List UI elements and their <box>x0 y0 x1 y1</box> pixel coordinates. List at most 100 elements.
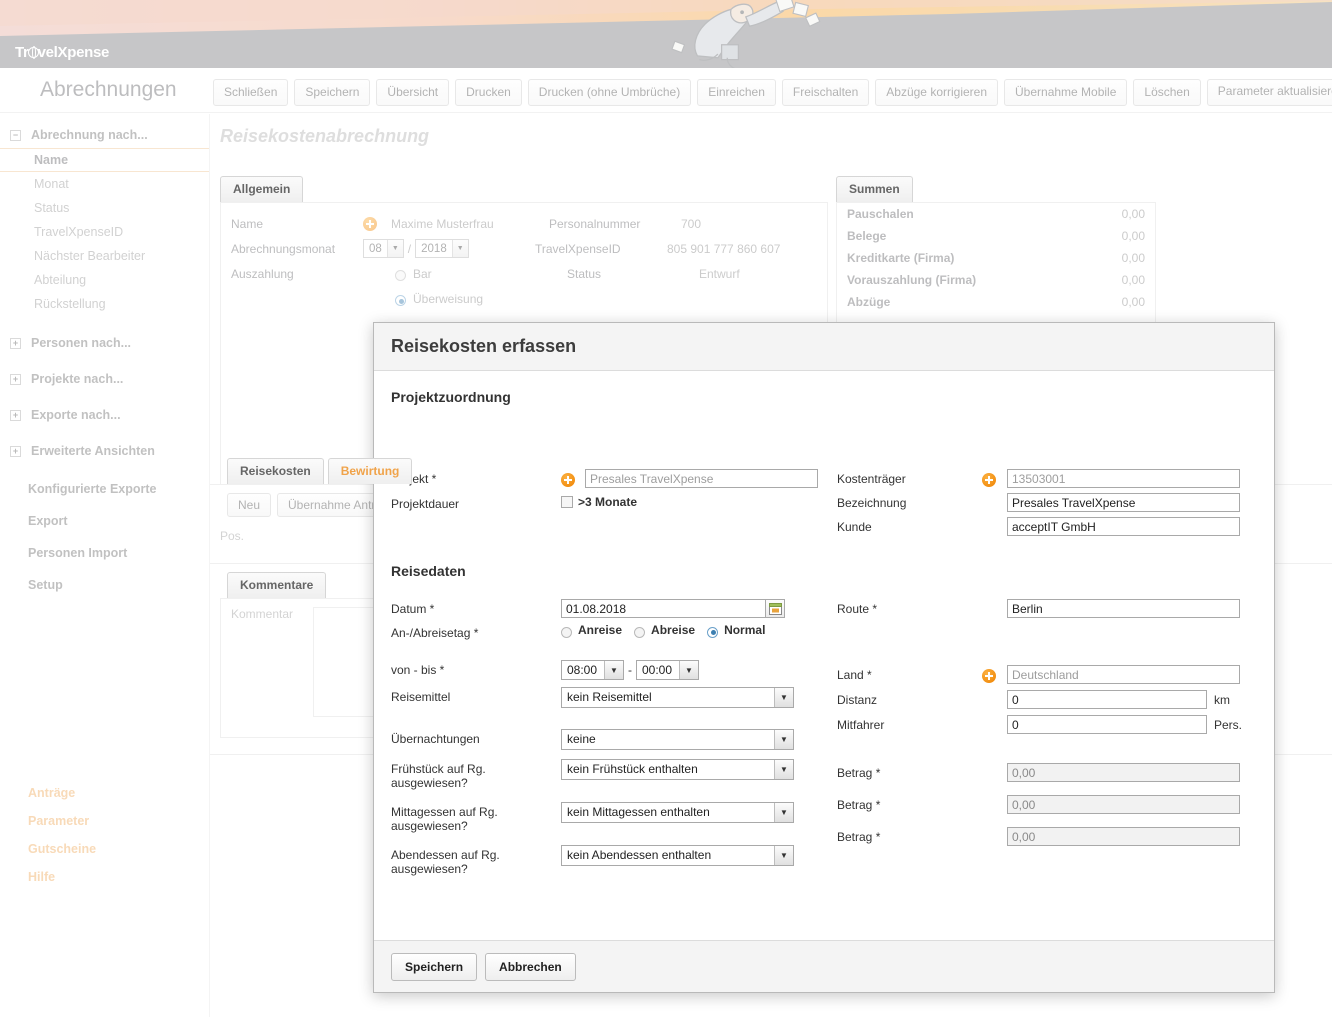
mitfahrer-input[interactable] <box>1007 715 1207 734</box>
projekt-input[interactable] <box>585 469 818 488</box>
detail-tabstrip: Reisekosten Bewirtung <box>227 458 413 484</box>
bezeichnung-input[interactable] <box>1007 493 1240 512</box>
field-row-projektdauer: Projektdauer >3 Monate <box>391 494 831 511</box>
fruehstueck-value: kein Frühstück enthalten <box>567 762 698 776</box>
field-row-route: Route * <box>837 599 1267 618</box>
betrag-abendessen-input[interactable] <box>1007 827 1240 846</box>
von-time-value: 08:00 <box>567 663 598 677</box>
radio-label: Abreise <box>651 623 696 637</box>
tab-summen[interactable]: Summen <box>836 176 913 202</box>
kostentraeger-input[interactable] <box>1007 469 1240 488</box>
dialog-body: Projektzuordnung Projekt * Projektdauer … <box>374 371 1274 940</box>
plus-circle-icon[interactable] <box>561 473 575 487</box>
uebernachtungen-select[interactable]: keine ▼ <box>561 729 794 750</box>
tab-label: Allgemein <box>233 182 291 196</box>
allgemein-tabstrip: Allgemein <box>220 176 304 202</box>
button-label: Abbrechen <box>499 959 562 974</box>
tab-allgemein[interactable]: Allgemein <box>220 176 304 202</box>
reisekosten-erfassen-dialog: Reisekosten erfassen Projektzuordnung Pr… <box>373 322 1275 993</box>
chevron-down-icon: ▼ <box>604 661 623 679</box>
radio-label: Anreise <box>578 623 623 637</box>
logo-text-part3: Xpense <box>57 44 110 61</box>
radio-anreise[interactable] <box>561 626 572 638</box>
chevron-down-icon: ▼ <box>774 760 793 779</box>
tab-label: Bewirtung <box>340 464 400 478</box>
dialog-save-button[interactable]: Speichern <box>391 952 478 981</box>
reisemittel-value: kein Reisemittel <box>567 690 652 704</box>
field-row-distanz: Distanz km <box>837 690 1267 709</box>
distanz-unit: km <box>1214 693 1230 707</box>
tab-bewirtung[interactable]: Bewirtung <box>327 458 413 484</box>
kunde-input[interactable] <box>1007 517 1240 536</box>
dialog-footer: Speichern Abbrechen <box>374 940 1274 992</box>
field-label: Distanz <box>837 693 878 707</box>
mitfahrer-unit: Pers. <box>1214 718 1243 732</box>
field-label: Land * <box>837 668 872 682</box>
field-label: Route * <box>837 602 878 616</box>
field-label: Mittagessen auf Rg. ausgewiesen? <box>391 805 498 833</box>
betrag-fruehstueck-input[interactable] <box>1007 763 1240 782</box>
logo-text-part1: Tr <box>15 44 29 61</box>
field-label: Projektdauer <box>391 497 460 511</box>
betrag-mittagessen-input[interactable] <box>1007 795 1240 814</box>
field-label: Mitfahrer <box>837 718 885 732</box>
field-label: Abendessen auf Rg. ausgewiesen? <box>391 848 500 876</box>
abendessen-select[interactable]: kein Abendessen enthalten ▼ <box>561 845 794 866</box>
kommentare-tabstrip: Kommentare <box>227 572 327 598</box>
field-label: Bezeichnung <box>837 496 907 510</box>
field-row-anabreisetag: An-/Abreisetag * Anreise Abreise Normal <box>391 623 831 640</box>
chevron-down-icon: ▼ <box>774 803 793 822</box>
field-row-uebernachtungen: Übernachtungen keine ▼ <box>391 729 831 750</box>
route-input[interactable] <box>1007 599 1240 618</box>
radio-normal[interactable] <box>707 626 719 638</box>
bis-time-value: 00:00 <box>642 663 673 677</box>
monate-label: >3 Monate <box>578 495 638 509</box>
tab-reisekosten[interactable]: Reisekosten <box>227 458 324 484</box>
abendessen-value: kein Abendessen enthalten <box>567 848 712 862</box>
field-row-von-bis: von - bis * 08:00 ▼ - 00:00 ▼ <box>391 660 831 680</box>
chevron-down-icon: ▼ <box>679 661 698 679</box>
button-label: Speichern <box>405 959 464 974</box>
field-row-fruehstueck: Frühstück auf Rg. ausgewiesen? kein Früh… <box>391 759 831 790</box>
tab-label: Summen <box>849 182 900 196</box>
section-heading-projektzuordnung: Projektzuordnung <box>391 389 511 405</box>
field-row-betrag-fruehstueck: Betrag * <box>837 763 1267 782</box>
field-row-bezeichnung: Bezeichnung <box>837 493 1257 512</box>
plus-circle-icon[interactable] <box>982 669 996 683</box>
reisemittel-select[interactable]: kein Reisemittel ▼ <box>561 687 794 708</box>
land-input[interactable] <box>1007 665 1240 684</box>
tab-label: Reisekosten <box>240 464 311 478</box>
field-label: Betrag * <box>837 830 881 844</box>
field-row-projekt: Projekt * <box>391 469 831 488</box>
field-label: von - bis * <box>391 663 445 677</box>
radio-abreise[interactable] <box>634 626 646 638</box>
bis-time-select[interactable]: 00:00 ▼ <box>636 660 699 680</box>
mittagessen-value: kein Mittagessen enthalten <box>567 805 710 819</box>
section-heading-reisedaten: Reisedaten <box>391 563 466 579</box>
datum-input[interactable] <box>561 599 766 618</box>
app-logo[interactable]: Tr velXpense <box>15 44 109 61</box>
field-label: An-/Abreisetag * <box>391 626 479 640</box>
von-time-select[interactable]: 08:00 ▼ <box>561 660 624 680</box>
field-row-datum: Datum * <box>391 599 831 618</box>
dialog-cancel-button[interactable]: Abbrechen <box>485 952 576 981</box>
calendar-icon[interactable] <box>766 599 785 618</box>
tab-kommentare[interactable]: Kommentare <box>227 572 327 598</box>
logo-text-part2: vel <box>37 44 58 61</box>
distanz-input[interactable] <box>1007 690 1207 709</box>
plus-circle-icon[interactable] <box>982 473 996 487</box>
field-label: Datum * <box>391 602 435 616</box>
radio-label: Normal <box>724 623 766 637</box>
field-label: Frühstück auf Rg. ausgewiesen? <box>391 762 486 790</box>
globe-icon <box>27 46 39 60</box>
fruehstueck-select[interactable]: kein Frühstück enthalten ▼ <box>561 759 794 780</box>
mittagessen-select[interactable]: kein Mittagessen enthalten ▼ <box>561 802 794 823</box>
field-row-betrag-abendessen: Betrag * <box>837 827 1267 846</box>
field-row-mittagessen: Mittagessen auf Rg. ausgewiesen? kein Mi… <box>391 802 831 833</box>
monate-checkbox[interactable] <box>561 496 573 508</box>
chevron-down-icon: ▼ <box>774 730 793 749</box>
field-label: Kostenträger <box>837 472 906 486</box>
field-row-betrag-mittagessen: Betrag * <box>837 795 1267 814</box>
dialog-title: Reisekosten erfassen <box>391 336 577 356</box>
field-label: Reisemittel <box>391 690 451 704</box>
